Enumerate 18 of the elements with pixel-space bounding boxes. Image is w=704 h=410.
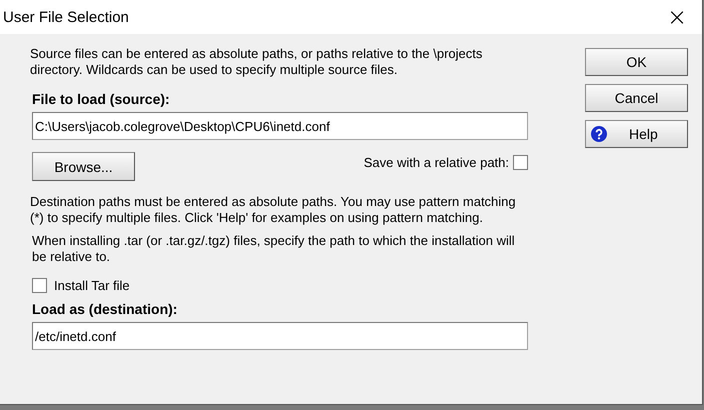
instruction-text: Source files can be entered as absolute paths, or paths relative to the \projects directory. Wildcards can be used to specify multiple source files. <box>30 46 484 78</box>
instruction-text: When installing .tar (or .tar.gz/.tgz) files, specify the path to which the installation will be relative to. <box>32 233 516 265</box>
help-button[interactable]: Help <box>585 120 688 148</box>
field-label: File to load (source): <box>32 91 171 107</box>
relative-path-checkbox[interactable] <box>513 155 528 170</box>
install-tar-checkbox[interactable] <box>32 278 47 293</box>
checkbox-label: Save with a relative path: <box>364 155 509 170</box>
help-icon <box>591 126 607 142</box>
instruction-text: Destination paths must be entered as absolute paths. You may use pattern matching (*) to specify multiple files. Click 'Help' for examples on using pattern matching. <box>30 194 517 226</box>
cancel-button[interactable]: Cancel <box>585 84 688 112</box>
close-button[interactable]: × <box>654 0 700 34</box>
source-path-field[interactable]: C:\Users\jacob.colegrove\Desktop\CPU6\inetd.conf <box>32 112 528 140</box>
field-label: Load as (destination): <box>32 301 178 317</box>
window-title: User File Selection <box>2 8 129 26</box>
destination-path-field[interactable]: /etc/inetd.conf <box>32 322 528 350</box>
ok-button[interactable]: OK <box>585 48 688 76</box>
browse-button[interactable]: Browse... <box>32 152 135 181</box>
checkbox-label: Install Tar file <box>54 278 130 293</box>
